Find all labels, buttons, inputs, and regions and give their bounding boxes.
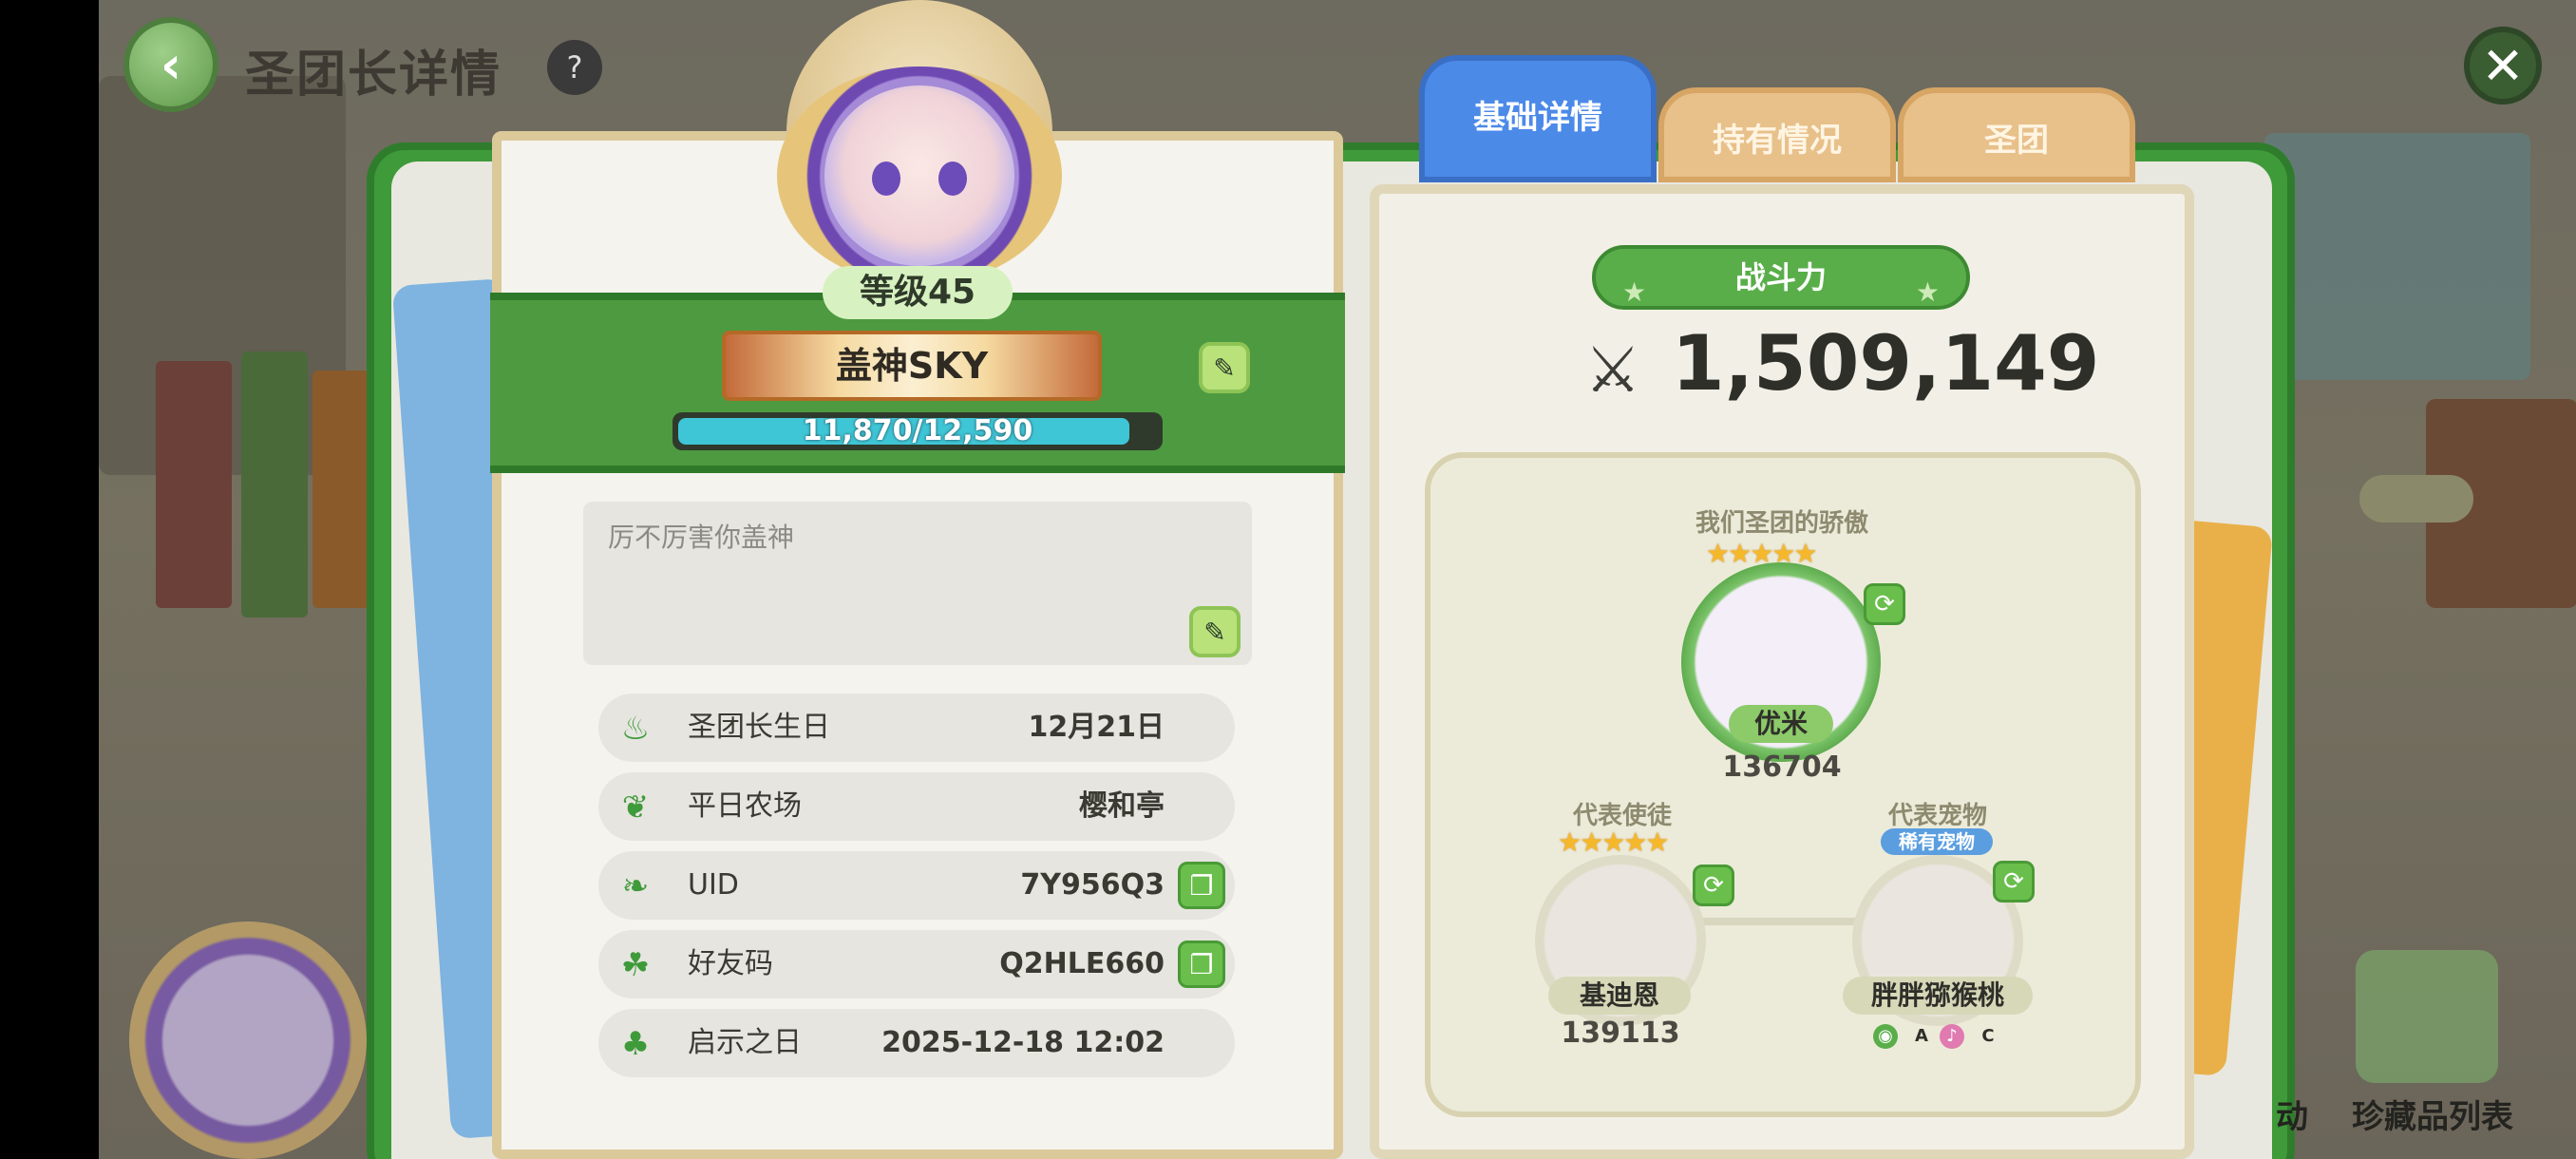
star-icon: ★ (1622, 276, 1647, 308)
info-label: 启示之日 (688, 1026, 802, 1059)
page-title: 圣团长详情 (245, 47, 502, 104)
info-row-birthday: ♨ 圣团长生日 12月21日 (598, 694, 1235, 762)
info-label: UID (688, 868, 739, 902)
combat-power-value: 1,509,149 (1672, 319, 2100, 408)
chevron-left-icon: ‹ (160, 34, 182, 95)
pet-grade-letter: C (1981, 1026, 1995, 1046)
back-button[interactable]: ‹ (123, 17, 218, 112)
crossed-swords-icon: ⚔ (1584, 333, 1641, 407)
info-value: 2025-12-18 12:02 (881, 1026, 1165, 1059)
level-badge: 等级45 (823, 266, 1013, 319)
edit-bio-button[interactable]: ✎ (1189, 606, 1241, 657)
background-book (313, 370, 369, 608)
star-icon: ★ (1915, 276, 1940, 308)
tab-guild[interactable]: 圣团 (1898, 87, 2135, 182)
info-label: 圣团长生日 (688, 711, 830, 744)
pride-value: 136704 (1722, 750, 1842, 784)
apostle-stars: ★★★★★ (1558, 826, 1670, 858)
copy-icon: ❐ (1189, 869, 1214, 902)
background-window (2264, 133, 2530, 380)
refresh-apostle-button[interactable]: ⟳ (1693, 864, 1734, 906)
edit-name-button[interactable]: ✎ (1199, 342, 1250, 393)
radish-icon: ❦ (621, 788, 650, 826)
pencil-icon: ✎ (1213, 352, 1236, 384)
info-value: 7Y956Q3 (1020, 868, 1165, 902)
rare-pet-badge: 稀有宠物 (1881, 828, 1993, 855)
bio-box: 厉不厉害你盖神 (583, 502, 1252, 665)
leaf-icon: ❧ (621, 867, 650, 905)
friends-icon: ☘ (620, 946, 651, 984)
combat-power-label-text: 战斗力 (1734, 259, 1827, 295)
info-label: 好友码 (688, 947, 773, 980)
cake-icon: ♨ (620, 710, 651, 748)
background-book (156, 361, 232, 608)
pet-grade-icon: ♪ (1940, 1024, 1964, 1049)
avatar-eye (872, 162, 900, 196)
pencil-icon: ✎ (1203, 616, 1226, 648)
info-row-revelation-date: ♣ 启示之日 2025-12-18 12:02 (598, 1009, 1235, 1077)
experience-bar: 11,870/12,590 (672, 412, 1163, 450)
player-name-plate: 盖神SKY (722, 331, 1102, 401)
copy-friend-code-button[interactable]: ❐ (1178, 940, 1225, 988)
info-row-farm: ❦ 平日农场 樱和亭 (598, 772, 1235, 841)
bottom-left-avatar[interactable] (129, 922, 367, 1159)
copy-icon: ❐ (1189, 948, 1214, 980)
info-value: 樱和亭 (1079, 789, 1165, 823)
avatar-character-face (824, 86, 1014, 266)
apostle-value: 139113 (1561, 1016, 1680, 1050)
close-button[interactable]: ✕ (2464, 27, 2542, 104)
pet-grade-icon: ◉ (1873, 1024, 1898, 1049)
help-icon: ? (566, 49, 583, 86)
info-value: 12月21日 (1028, 711, 1165, 744)
info-row-friend-code: ☘ 好友码 Q2HLE660 ❐ (598, 930, 1235, 998)
refresh-icon: ⟳ (2003, 867, 2024, 896)
background-book (241, 352, 308, 618)
collection-icon[interactable] (2356, 950, 2498, 1083)
info-value: Q2HLE660 (999, 947, 1165, 980)
refresh-icon: ⟳ (1874, 590, 1895, 618)
copy-uid-button[interactable]: ❐ (1178, 862, 1225, 909)
info-label: 平日农场 (688, 789, 802, 823)
pride-title: 我们圣团的骄傲 (1695, 509, 1868, 538)
bio-text: 厉不厉害你盖神 (608, 522, 795, 553)
pet-name: 胖胖猕猴桃 (1843, 977, 2033, 1015)
tab-basic-details[interactable]: 基础详情 (1419, 55, 1657, 182)
refresh-pride-button[interactable]: ⟳ (1864, 583, 1905, 625)
refresh-pet-button[interactable]: ⟳ (1993, 861, 2035, 902)
apostle-name: 基迪恩 (1548, 977, 1691, 1015)
combat-power-label: ★ 战斗力 ★ (1592, 245, 1970, 310)
help-button[interactable]: ? (547, 40, 602, 95)
connector-line (1700, 918, 1871, 925)
experience-text: 11,870/12,590 (802, 414, 1033, 447)
pride-name: 优米 (1729, 705, 1833, 743)
pet-grade-letter: A (1915, 1026, 1928, 1046)
background-plants (2359, 475, 2473, 522)
sprout-icon: ♣ (620, 1025, 651, 1063)
partial-menu-label[interactable]: 动 (2276, 1091, 2308, 1137)
tab-holdings[interactable]: 持有情况 (1658, 87, 1896, 182)
avatar-eye (938, 162, 967, 196)
info-row-uid: ❧ UID 7Y956Q3 ❐ (598, 851, 1235, 920)
close-icon: ✕ (2481, 35, 2525, 96)
pet-title: 代表宠物 (1887, 802, 1987, 830)
collection-list-button[interactable]: 珍藏品列表 (2352, 1091, 2513, 1137)
refresh-icon: ⟳ (1703, 871, 1724, 900)
